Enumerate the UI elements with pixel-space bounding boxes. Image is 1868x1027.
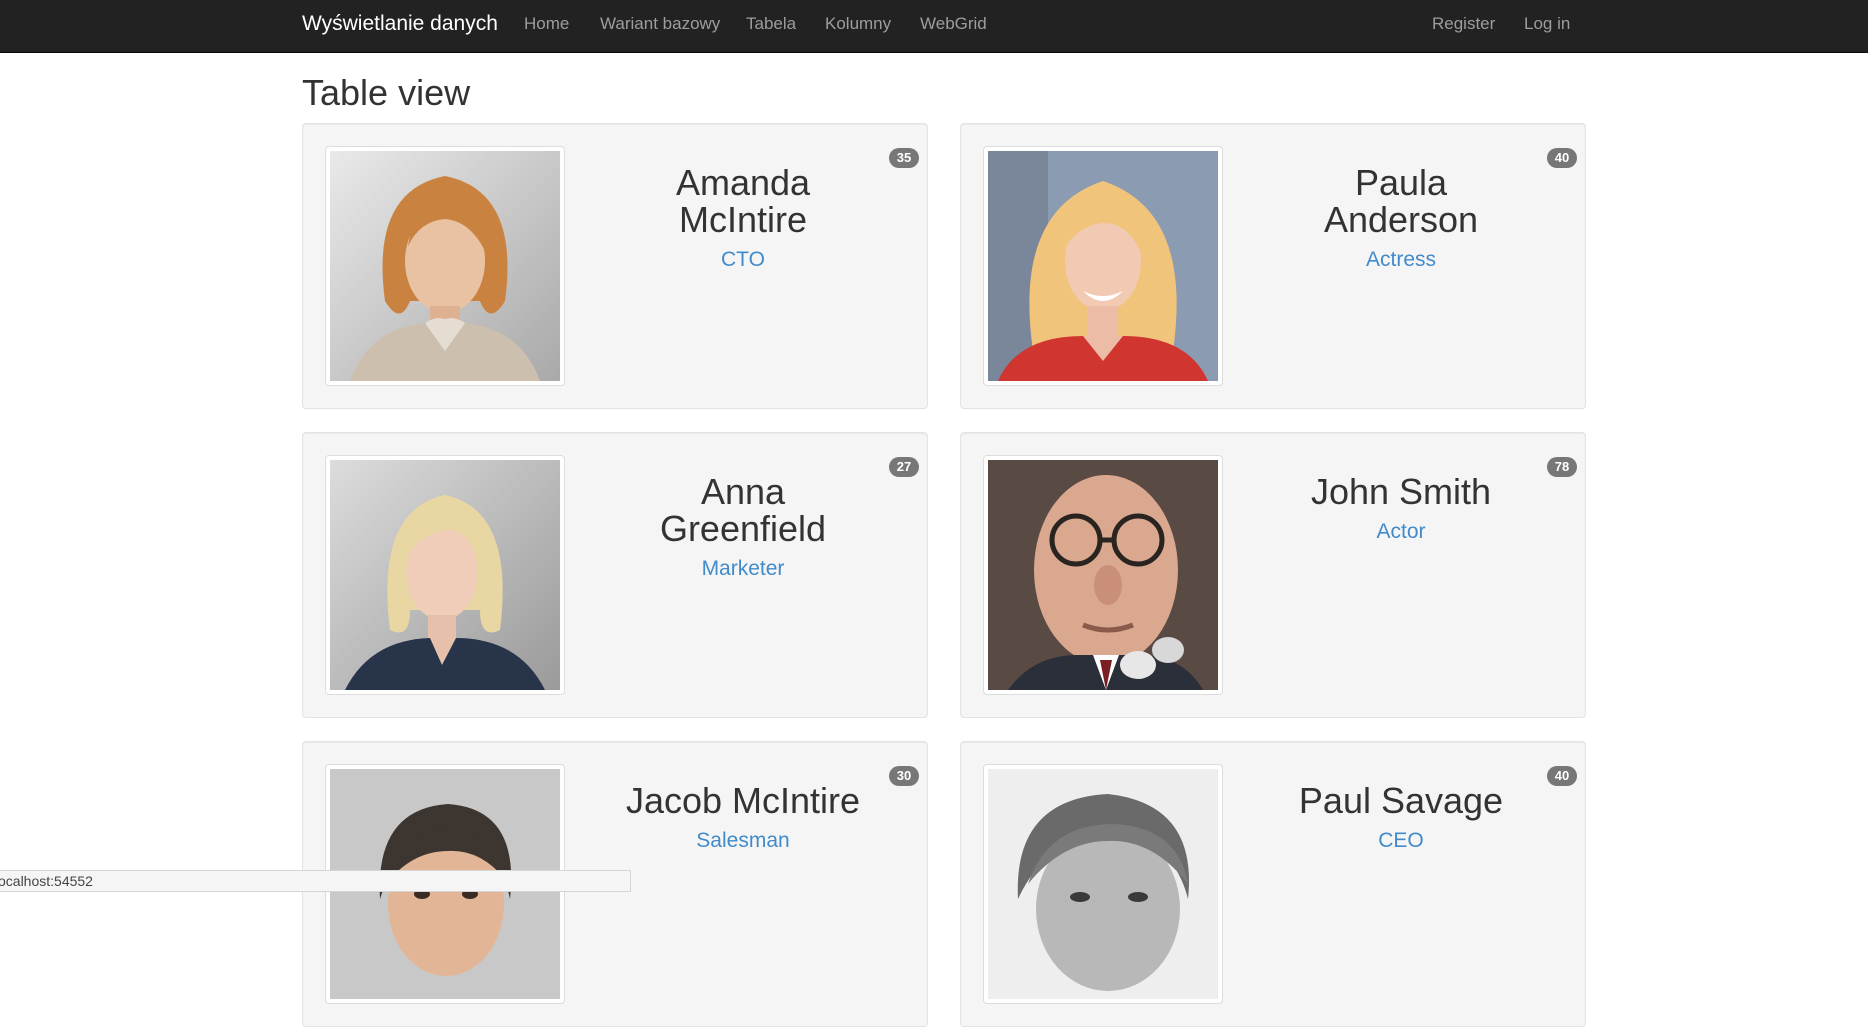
woman-portrait-icon <box>988 151 1218 381</box>
nav-wariant-bazowy[interactable]: Wariant bazowy <box>600 15 720 33</box>
person-role-link[interactable]: Actor <box>1261 520 1541 544</box>
person-name: Amanda McIntire <box>675 162 811 240</box>
person-info: Paula Anderson Actress <box>1261 164 1541 272</box>
woman-portrait-icon <box>330 460 560 690</box>
nav-kolumny[interactable]: Kolumny <box>825 15 891 33</box>
person-photo <box>325 455 565 695</box>
person-photo <box>983 455 1223 695</box>
person-info: Jacob McIntire Salesman <box>603 782 883 853</box>
man-portrait-icon <box>988 460 1218 690</box>
person-name: Anna Greenfield <box>659 471 827 549</box>
person-photo <box>983 764 1223 1004</box>
browser-status-bar: ocalhost:54552 <box>0 870 631 892</box>
status-url: ocalhost:54552 <box>0 873 93 889</box>
person-role-link[interactable]: Marketer <box>603 557 883 581</box>
person-name: Paul Savage <box>1298 780 1504 821</box>
age-badge: 27 <box>889 457 919 477</box>
person-info: Anna Greenfield Marketer <box>603 473 883 581</box>
person-card: 40 Paula Anderson Actress <box>960 123 1586 409</box>
age-badge: 35 <box>889 148 919 168</box>
person-card: 40 Paul Savage CEO <box>960 741 1586 1027</box>
person-info: John Smith Actor <box>1261 473 1541 544</box>
nav-login[interactable]: Log in <box>1524 15 1570 33</box>
nav-tabela[interactable]: Tabela <box>746 15 796 33</box>
person-name: Jacob McIntire <box>625 780 861 821</box>
age-badge: 78 <box>1547 457 1577 477</box>
person-role-link[interactable]: Actress <box>1261 248 1541 272</box>
person-role-link[interactable]: Salesman <box>603 829 883 853</box>
person-card: 27 Anna Greenfield Marketer <box>302 432 928 718</box>
person-photo <box>325 146 565 386</box>
person-info: Paul Savage CEO <box>1261 782 1541 853</box>
woman-portrait-icon <box>330 151 560 381</box>
age-badge: 40 <box>1547 766 1577 786</box>
person-photo <box>983 146 1223 386</box>
person-name: Paula Anderson <box>1323 162 1479 240</box>
age-badge: 30 <box>889 766 919 786</box>
page-title: Table view <box>302 72 471 113</box>
brand-link[interactable]: Wyświetlanie danych <box>302 13 498 34</box>
nav-webgrid[interactable]: WebGrid <box>920 15 987 33</box>
person-name: John Smith <box>1310 471 1492 512</box>
person-role-link[interactable]: CEO <box>1261 829 1541 853</box>
person-card: 78 John Smith Actor <box>960 432 1586 718</box>
nav-home[interactable]: Home <box>524 15 569 33</box>
nav-register[interactable]: Register <box>1432 15 1495 33</box>
person-card: 35 Amanda McIntire CTO <box>302 123 928 409</box>
top-navbar: Wyświetlanie danych Home Wariant bazowy … <box>0 0 1868 53</box>
age-badge: 40 <box>1547 148 1577 168</box>
person-info: Amanda McIntire CTO <box>603 164 883 272</box>
person-role-link[interactable]: CTO <box>603 248 883 272</box>
man-portrait-icon <box>988 769 1218 999</box>
